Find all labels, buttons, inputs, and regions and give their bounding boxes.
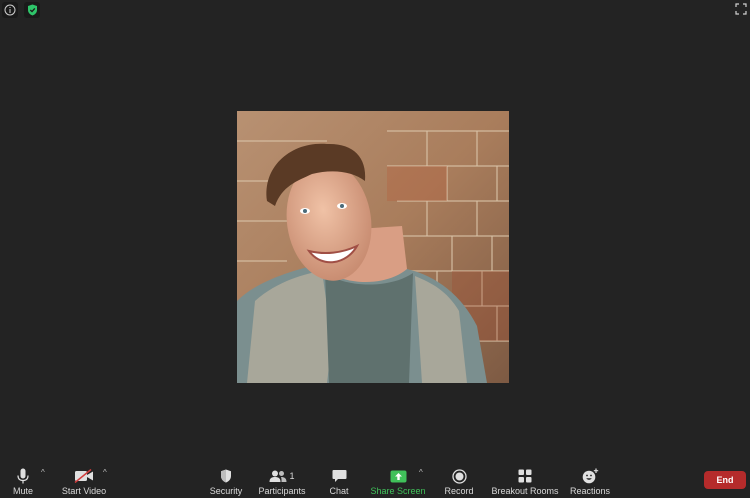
encryption-button[interactable] <box>24 2 40 18</box>
meeting-info-button[interactable] <box>2 2 18 18</box>
chat-button[interactable]: Chat <box>326 464 352 498</box>
security-button[interactable]: Security <box>207 464 245 498</box>
share-screen-icon <box>390 470 406 482</box>
end-meeting-button[interactable]: End <box>704 471 746 489</box>
participant-video <box>237 111 509 383</box>
breakout-rooms-label: Breakout Rooms <box>491 486 559 496</box>
info-icon <box>4 4 16 16</box>
chat-label: Chat <box>329 486 349 496</box>
mute-label: Mute <box>12 486 33 496</box>
reactions-icon <box>582 468 598 484</box>
share-screen-button[interactable]: Share Screen <box>370 464 426 498</box>
participants-label: Participants <box>258 486 306 496</box>
participants-count: 1 <box>289 471 295 481</box>
audio-options-caret[interactable]: ^ <box>41 468 45 477</box>
reactions-label: Reactions <box>569 486 611 496</box>
share-screen-label: Share Screen <box>370 486 426 496</box>
mute-button[interactable]: Mute <box>10 464 36 498</box>
microphone-icon <box>17 468 29 484</box>
breakout-rooms-icon <box>518 469 532 483</box>
reactions-button[interactable]: Reactions <box>569 464 611 498</box>
security-label: Security <box>209 486 243 496</box>
meeting-toolbar: Mute ^ Start Video ^ Security 1 Particip… <box>0 464 750 498</box>
participants-button[interactable]: 1 Participants <box>257 464 307 498</box>
video-off-icon <box>74 469 93 483</box>
start-video-label: Start Video <box>61 486 107 496</box>
fullscreen-icon[interactable] <box>735 3 747 15</box>
participant-video-frame <box>237 111 509 383</box>
record-button[interactable]: Record <box>442 464 476 498</box>
video-options-caret[interactable]: ^ <box>103 468 107 477</box>
participants-icon <box>269 470 287 482</box>
shield-icon <box>221 469 231 483</box>
record-label: Record <box>444 486 474 496</box>
meeting-status-area <box>2 2 40 18</box>
share-options-caret[interactable]: ^ <box>419 468 423 477</box>
breakout-rooms-button[interactable]: Breakout Rooms <box>491 464 559 498</box>
chat-icon <box>332 470 346 482</box>
record-icon <box>451 468 467 484</box>
shield-check-icon <box>27 4 37 16</box>
